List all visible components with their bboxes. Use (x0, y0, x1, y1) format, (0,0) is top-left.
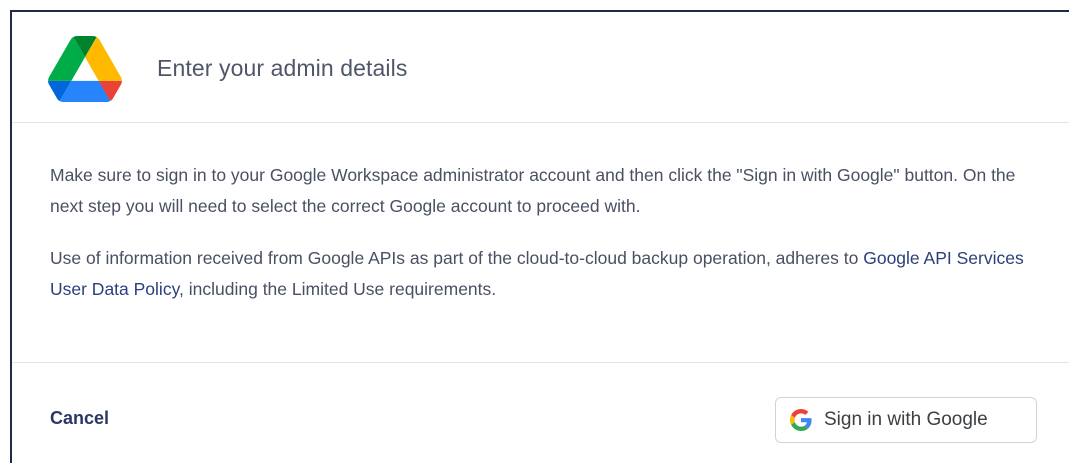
google-g-icon (790, 409, 812, 431)
google-drive-icon (48, 36, 122, 102)
dialog-title: Enter your admin details (157, 55, 408, 81)
dialog-header: Enter your admin details (12, 12, 1069, 123)
policy-text-end: , including the Limited Use requirements… (179, 278, 497, 299)
policy-text-start: Use of information received from Google … (50, 248, 864, 268)
dialog-footer: Cancel Sign in with Google (12, 363, 1069, 463)
policy-text: Use of information received from Google … (50, 243, 1050, 304)
admin-details-dialog: Enter your admin details Make sure to si… (10, 10, 1069, 463)
dialog-body: Make sure to sign in to your Google Work… (12, 122, 1069, 363)
sign-in-with-google-button[interactable]: Sign in with Google (775, 397, 1037, 443)
instructions-text: Make sure to sign in to your Google Work… (50, 165, 1016, 216)
google-button-label: Sign in with Google (824, 409, 988, 430)
cancel-button[interactable]: Cancel (50, 408, 109, 429)
